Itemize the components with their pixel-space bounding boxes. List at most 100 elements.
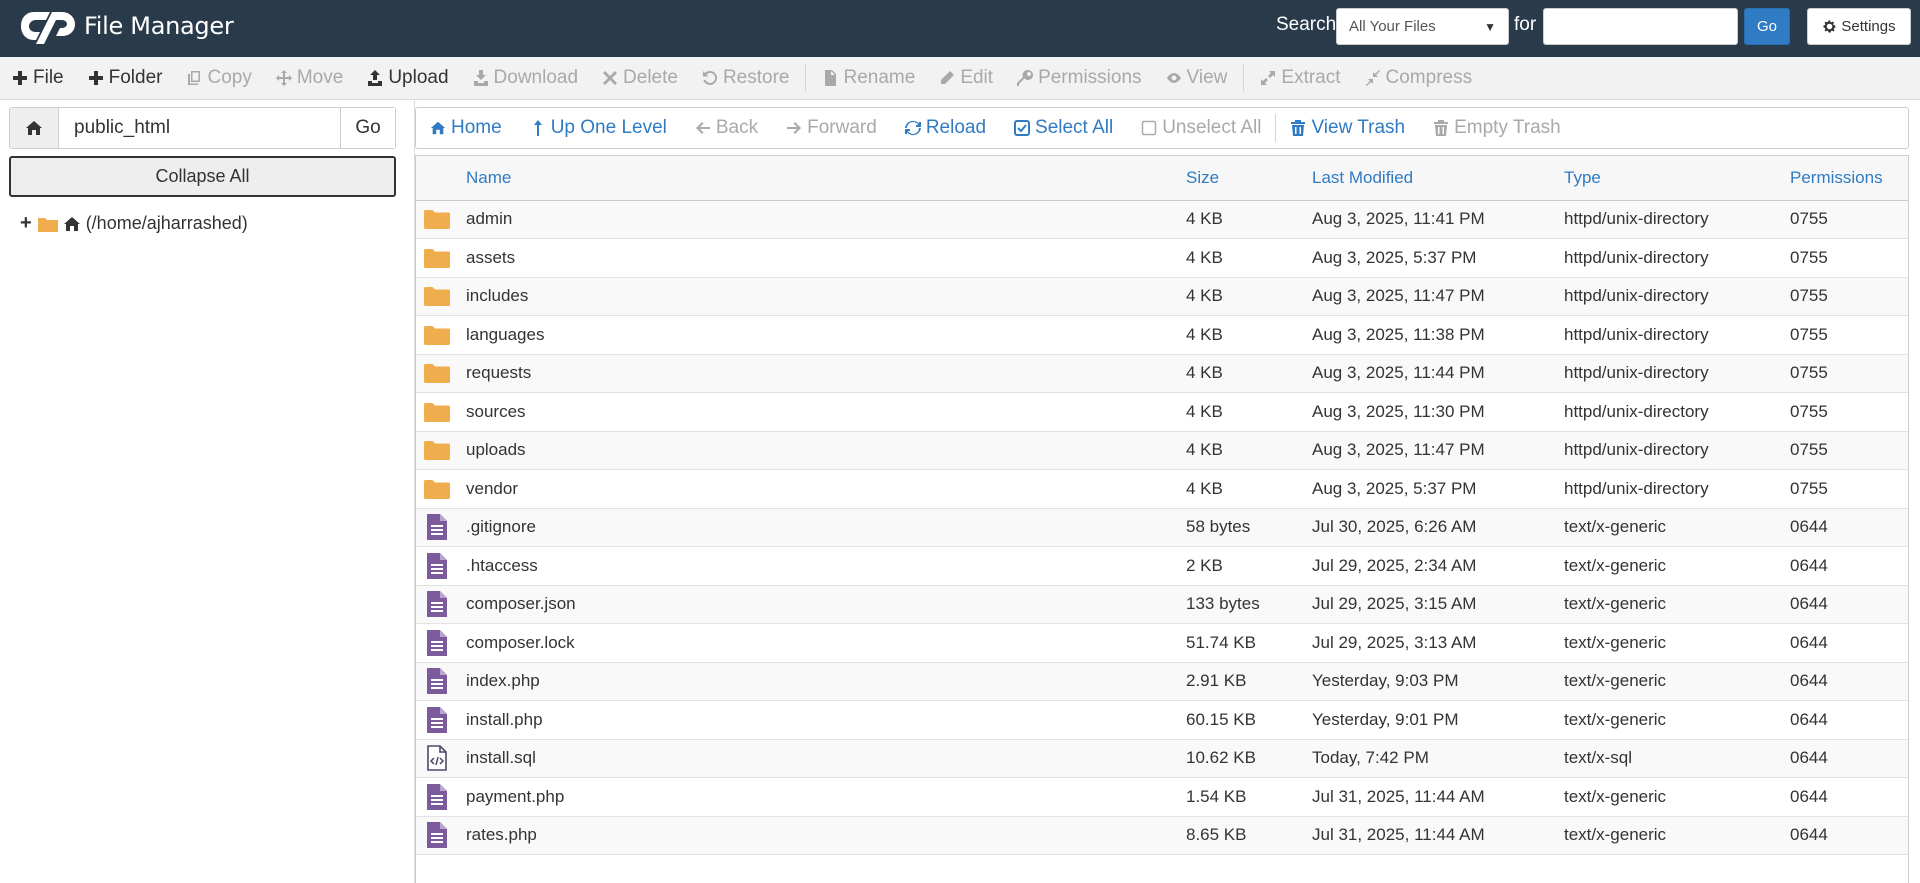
empty-trash-button[interactable]: Empty Trash [1419, 108, 1575, 148]
rename-button[interactable]: Rename [810, 57, 927, 100]
table-row[interactable]: vendor 4 KB Aug 3, 2025, 5:37 PM httpd/unix… [416, 469, 1908, 509]
forward-button[interactable]: Forward [772, 108, 891, 148]
table-row[interactable]: admin 4 KB Aug 3, 2025, 11:41 PM httpd/unix… [416, 200, 1908, 239]
row-icon-cell[interactable] [416, 778, 466, 817]
compress-button[interactable]: Compress [1353, 57, 1485, 100]
table-row[interactable]: install.sql 10.62 KB Today, 7:42 PM text/x-… [416, 739, 1908, 778]
row-icon-cell[interactable] [416, 470, 466, 509]
row-icon-cell[interactable] [416, 585, 466, 624]
row-name[interactable]: index.php [466, 662, 1186, 701]
row-icon-cell[interactable] [416, 239, 466, 278]
search-input[interactable] [1543, 8, 1738, 45]
column-header-name[interactable]: Name [466, 156, 1186, 201]
trash-icon [1434, 120, 1449, 136]
row-type: httpd/unix-directory [1564, 209, 1709, 229]
row-icon-cell[interactable] [416, 200, 466, 239]
collapse-all-button[interactable]: Collapse All [9, 156, 396, 197]
unselect-all-button[interactable]: Unselect All [1127, 108, 1275, 148]
delete-button[interactable]: Delete [590, 57, 690, 100]
row-icon-cell[interactable] [416, 701, 466, 740]
row-icon-cell[interactable] [416, 662, 466, 701]
arrow-right-icon [787, 122, 802, 134]
row-type: text/x-generic [1564, 671, 1667, 691]
move-button[interactable]: Move [264, 57, 355, 100]
path-go-button[interactable]: Go [340, 108, 395, 148]
brand[interactable]: File Manager [20, 6, 234, 46]
row-name[interactable]: rates.php [466, 816, 1186, 855]
expand-plus-icon[interactable]: + [20, 212, 32, 235]
row-name[interactable]: requests [466, 354, 1186, 393]
copy-button[interactable]: Copy [174, 57, 263, 100]
row-icon-cell[interactable] [416, 547, 466, 586]
table-row[interactable]: composer.json 133 bytes Jul 29, 2025, 3:15… [416, 585, 1908, 624]
row-name[interactable]: install.sql [466, 739, 1186, 778]
row-name[interactable]: admin [466, 200, 1186, 239]
column-header-type[interactable]: Type [1564, 156, 1790, 201]
table-row[interactable]: .htaccess 2 KB Jul 29, 2025, 2:34 AM text/x… [416, 546, 1908, 586]
row-name[interactable]: install.php [466, 701, 1186, 740]
edit-button[interactable]: Edit [927, 57, 1005, 100]
table-row[interactable]: install.php 60.15 KB Yesterday, 9:01 PM tex… [416, 700, 1908, 740]
row-name[interactable]: .htaccess [466, 547, 1186, 586]
row-size: 133 bytes [1186, 594, 1260, 614]
row-name[interactable]: includes [466, 277, 1186, 316]
row-icon [422, 551, 452, 581]
table-row[interactable]: .gitignore 58 bytes Jul 30, 2025, 6:26 AM t… [416, 508, 1908, 547]
row-icon-cell[interactable] [416, 277, 466, 316]
row-icon-cell[interactable] [416, 354, 466, 393]
path-input[interactable]: public_html [59, 108, 340, 148]
nav-label: Reload [925, 117, 987, 138]
row-name[interactable]: composer.lock [466, 624, 1186, 663]
level-up-icon [533, 120, 542, 136]
row-name[interactable]: .gitignore [466, 508, 1186, 547]
restore-button[interactable]: Restore [690, 57, 802, 100]
row-icon-cell[interactable] [416, 431, 466, 470]
table-row[interactable]: uploads 4 KB Aug 3, 2025, 11:47 PM httpd/un… [416, 431, 1908, 470]
search-scope-select[interactable]: All Your Files ▼ [1336, 8, 1509, 45]
extract-button[interactable]: Extract [1248, 57, 1352, 100]
row-icon-cell[interactable] [416, 624, 466, 663]
row-icon-cell[interactable] [416, 316, 466, 355]
back-button[interactable]: Back [681, 108, 772, 148]
view-button[interactable]: View [1154, 57, 1240, 100]
table-row[interactable]: sources 4 KB Aug 3, 2025, 11:30 PM httpd/un… [416, 392, 1908, 432]
table-row[interactable]: assets 4 KB Aug 3, 2025, 5:37 PM httpd/unix… [416, 238, 1908, 278]
row-icon-cell[interactable] [416, 739, 466, 778]
column-header-permissions[interactable]: Permissions [1790, 156, 1908, 201]
row-name[interactable]: uploads [466, 431, 1186, 470]
view-trash-button[interactable]: View Trash [1276, 108, 1419, 148]
table-row[interactable]: payment.php 1.54 KB Jul 31, 2025, 11:44 AM… [416, 777, 1908, 817]
table-row[interactable]: index.php 2.91 KB Yesterday, 9:03 PM text/x… [416, 662, 1908, 701]
row-icon-cell[interactable] [416, 393, 466, 432]
row-icon-cell[interactable] [416, 816, 466, 855]
row-name[interactable]: vendor [466, 470, 1186, 509]
reload-button[interactable]: Reload [891, 108, 1000, 148]
search-go-button[interactable]: Go [1744, 8, 1790, 45]
download-button[interactable]: Download [461, 57, 591, 100]
row-name[interactable]: composer.json [466, 585, 1186, 624]
row-name[interactable]: assets [466, 239, 1186, 278]
column-header-size[interactable]: Size [1186, 156, 1312, 201]
row-name[interactable]: sources [466, 393, 1186, 432]
path-home-button[interactable] [10, 108, 59, 148]
table-row[interactable]: languages 4 KB Aug 3, 2025, 11:38 PM httpd/… [416, 315, 1908, 355]
search-scope-value: All Your Files [1349, 18, 1436, 35]
table-row[interactable]: composer.lock 51.74 KB Jul 29, 2025, 3:13 … [416, 623, 1908, 663]
table-row[interactable]: includes 4 KB Aug 3, 2025, 11:47 PM httpd/u… [416, 277, 1908, 316]
row-name[interactable]: languages [466, 316, 1186, 355]
row-icon [422, 782, 452, 812]
up-one-level-button[interactable]: Up One Level [516, 108, 681, 148]
new-folder-button[interactable]: Folder [76, 57, 175, 100]
upload-button[interactable]: Upload [355, 57, 460, 100]
new-file-button[interactable]: File [0, 57, 76, 100]
home-button[interactable]: Home [416, 108, 516, 148]
tree-root-item[interactable]: + (/home/ajharrashed) [20, 212, 248, 235]
table-row[interactable]: requests 4 KB Aug 3, 2025, 11:44 PM httpd/u… [416, 354, 1908, 393]
settings-button[interactable]: Settings [1807, 8, 1911, 45]
row-name[interactable]: payment.php [466, 778, 1186, 817]
column-header-last-modified[interactable]: Last Modified [1312, 156, 1564, 201]
table-row[interactable]: rates.php 8.65 KB Jul 31, 2025, 11:44 AM te… [416, 816, 1908, 855]
permissions-button[interactable]: Permissions [1005, 57, 1153, 100]
select-all-button[interactable]: Select All [1000, 108, 1127, 148]
row-icon-cell[interactable] [416, 508, 466, 547]
